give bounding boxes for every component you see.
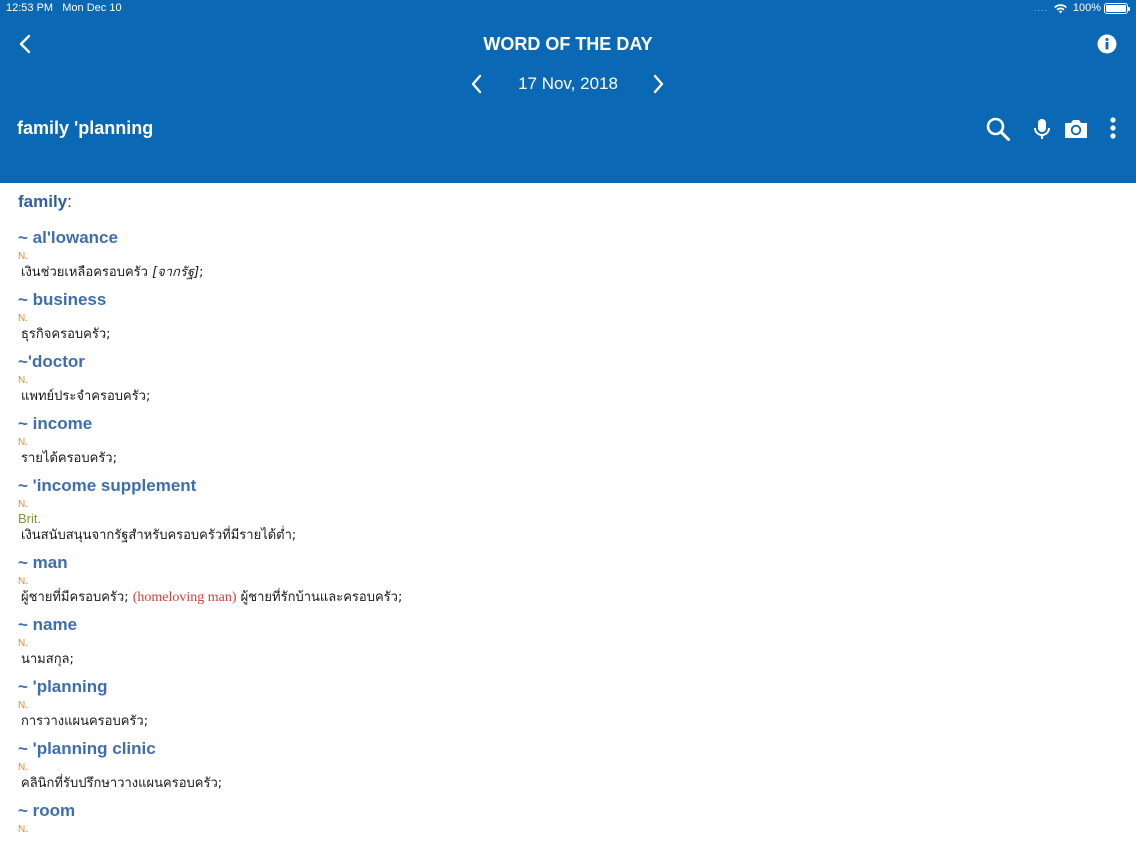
definition-text: เงินสนับสนุนจากรัฐสำหรับครอบครัวที่มีราย… xyxy=(21,526,1136,545)
part-of-speech: N. xyxy=(18,499,28,510)
entry-phrase[interactable]: ~ 'income supplement xyxy=(18,475,1136,497)
definition-main: การวางแผนครอบครัว; xyxy=(21,714,149,729)
example-phrase: (homeloving man) xyxy=(132,590,237,605)
definition-text: การวางแผนครอบครัว; xyxy=(21,712,1136,731)
part-of-speech: N. xyxy=(18,638,28,649)
status-bar: 12:53 PM Mon Dec 10 .... 100% xyxy=(0,0,1136,18)
wifi-icon xyxy=(1053,3,1067,14)
search-icon[interactable] xyxy=(984,115,1012,143)
info-icon[interactable] xyxy=(1096,33,1118,55)
part-of-speech: N. xyxy=(18,762,28,773)
entry-phrase[interactable]: ~ room xyxy=(18,800,1136,822)
entry-phrase[interactable]: ~ business xyxy=(18,289,1136,311)
part-of-speech: N. xyxy=(18,313,28,324)
entry-phrase[interactable]: ~ name xyxy=(18,614,1136,636)
entry-phrase[interactable]: ~ income xyxy=(18,413,1136,435)
list-item: ~ name N. นามสกุล; xyxy=(18,614,1136,669)
part-of-speech: N. xyxy=(18,576,28,587)
definition-main: คลินิกที่รับปรึกษาวางแผนครอบครัว; xyxy=(21,776,223,791)
definition-end: ผู้ชายที่รักบ้านและครอบครัว; xyxy=(236,590,403,605)
list-item: ~ al'lowance N. เงินช่วยเหลือครอบครัว [จาก… xyxy=(18,227,1136,282)
base-word: family: xyxy=(18,192,72,211)
list-item: ~'doctor N. แพทย์ประจำครอบครัว; xyxy=(18,351,1136,406)
entry-phrase[interactable]: ~'doctor xyxy=(18,351,1136,373)
list-item: ~ business N. ธุรกิจครอบครัว; xyxy=(18,289,1136,344)
definition-text: ธุรกิจครอบครัว; xyxy=(21,325,1136,344)
definition-main: เงินสนับสนุนจากรัฐสำหรับครอบครัวที่มีราย… xyxy=(21,528,297,543)
definition-text: แพทย์ประจำครอบครัว; xyxy=(21,387,1136,406)
app-header: 12:53 PM Mon Dec 10 .... 100% WORD OF TH… xyxy=(0,0,1136,183)
definition-text: นามสกุล; xyxy=(21,650,1136,669)
definition-text: ผู้ชายที่มีครอบครัว; (homeloving man) ผู… xyxy=(21,588,1136,607)
list-item: ~ room N. xyxy=(18,800,1136,836)
list-item: ~ 'income supplement N. Brit. เงินสนับสนุนจ… xyxy=(18,475,1136,545)
entry-phrase[interactable]: ~ man xyxy=(18,552,1136,574)
definition-text: เงินช่วยเหลือครอบครัว [จากรัฐ]; xyxy=(21,263,1136,282)
battery-icon xyxy=(1104,2,1130,14)
definition-main: ธุรกิจครอบครัว; xyxy=(21,327,111,342)
definition-main: เงินช่วยเหลือครอบครัว xyxy=(21,265,153,280)
definition-main: นามสกุล; xyxy=(21,652,74,667)
entry-phrase[interactable]: ~ 'planning clinic xyxy=(18,738,1136,760)
camera-icon[interactable] xyxy=(1062,115,1090,143)
definition-content[interactable]: family: ~ al'lowance N. เงินช่วยเหลือครอบค… xyxy=(0,183,1136,852)
entry-phrase[interactable]: ~ al'lowance xyxy=(18,227,1136,249)
next-date-button[interactable] xyxy=(647,73,669,95)
part-of-speech: N. xyxy=(18,700,28,711)
more-vertical-icon[interactable] xyxy=(1103,115,1123,143)
entry-phrase[interactable]: ~ 'planning xyxy=(18,676,1136,698)
previous-date-button[interactable] xyxy=(466,73,488,95)
part-of-speech: N. xyxy=(18,437,28,448)
definition-main: รายได้ครอบครัว; xyxy=(21,451,117,466)
list-item: ~ income N. รายได้ครอบครัว; xyxy=(18,413,1136,468)
part-of-speech: N. xyxy=(18,375,28,386)
part-of-speech: N. xyxy=(18,824,28,835)
battery-level: 100% xyxy=(1072,2,1101,14)
status-time: 12:53 PM Mon Dec 10 xyxy=(6,2,122,14)
definition-text: คลินิกที่รับปรึกษาวางแผนครอบครัว; xyxy=(21,774,1136,793)
definition-note: [จากรัฐ] xyxy=(152,265,200,280)
date-label: 17 Nov, 2018 xyxy=(518,74,618,93)
entry-list: ~ al'lowance N. เงินช่วยเหลือครอบครัว [จาก… xyxy=(0,227,1136,836)
region-label: Brit. xyxy=(18,511,42,526)
definition-main: แพทย์ประจำครอบครัว; xyxy=(21,389,151,404)
page-title: WORD OF THE DAY xyxy=(483,34,653,54)
signal-icon: .... xyxy=(1033,3,1048,13)
definition-text: รายได้ครอบครัว; xyxy=(21,449,1136,468)
definition-end: ; xyxy=(199,265,204,280)
definition-main: ผู้ชายที่มีครอบครัว; xyxy=(21,590,133,605)
status-right: .... 100% xyxy=(1033,2,1130,14)
part-of-speech: N. xyxy=(18,251,28,262)
battery: 100% xyxy=(1072,2,1130,14)
list-item: ~ man N. ผู้ชายที่มีครอบครัว; (homeloving … xyxy=(18,552,1136,607)
list-item: ~ 'planning clinic N. คลินิกที่รับปรึกษาวา… xyxy=(18,738,1136,793)
headword: family 'planning xyxy=(17,118,154,138)
list-item: ~ 'planning N. การวางแผนครอบครัว; xyxy=(18,676,1136,731)
microphone-icon[interactable] xyxy=(1028,115,1056,143)
